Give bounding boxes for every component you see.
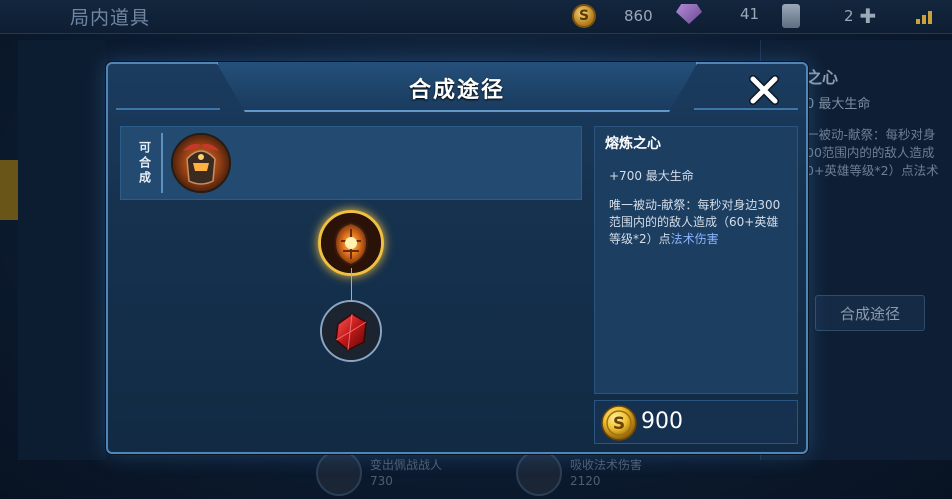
- top-bar: 局内道具 S 860 41 2 ✚: [0, 0, 952, 34]
- craft-path-button[interactable]: 合成途径: [815, 295, 925, 331]
- left-panel: [18, 40, 106, 460]
- left-tab-highlight: [0, 160, 18, 220]
- close-icon: [749, 75, 779, 105]
- craftable-divider: [161, 133, 163, 193]
- magic-damage-keyword: 法术伤害: [670, 232, 719, 246]
- item-info-panel: 熔炼之心 +700 最大生命 唯一被动-献祭：每秒对身边300范围内的的敌人造成…: [594, 126, 798, 394]
- molten-heart-icon[interactable]: [318, 210, 384, 276]
- gold-coin-icon: S: [601, 405, 637, 441]
- item-description: 唯一被动-献祭：每秒对身边300范围内的的敌人造成（60+英雄等级*2）点法术伤…: [609, 198, 781, 246]
- gem-icon: [676, 4, 702, 24]
- price-box: S 900: [594, 400, 798, 444]
- item-price: 730: [370, 474, 393, 488]
- dialog-header: 合成途径: [108, 62, 806, 116]
- craftable-row: 可合成: [120, 126, 582, 200]
- gold-resource: S 860: [572, 4, 653, 28]
- list-item[interactable]: 吸收法术伤害 2120: [516, 450, 642, 496]
- gem-amount: 41: [740, 5, 760, 23]
- gold-coin-icon: S: [572, 4, 596, 28]
- item-price: 2120: [570, 474, 601, 488]
- game-screen: 局内道具 S 860 41 2 ✚ 之心 0 最大生命 一被动-献祭：每秒对身 …: [0, 0, 952, 499]
- tree-connector: [351, 268, 352, 302]
- red-crystal-icon[interactable]: [320, 300, 382, 362]
- page-title: 局内道具: [70, 7, 151, 29]
- gem-resource: 41: [676, 4, 759, 24]
- item-price: 900: [641, 409, 683, 434]
- item-name: 变出佩战战人: [370, 458, 443, 472]
- close-button[interactable]: [744, 70, 784, 110]
- item-icon: [316, 450, 362, 496]
- list-item[interactable]: 变出佩战战人 730: [316, 450, 442, 496]
- armor-helmet-icon[interactable]: [171, 133, 231, 193]
- signal-icon: [916, 10, 932, 24]
- dialog-title: 合成途径: [408, 78, 505, 103]
- craft-path-dialog: 合成途径 可合成 熔炼之心 +700 最大生命 唯一被动-献祭：每秒对身边300…: [106, 62, 808, 454]
- item-icon: [516, 450, 562, 496]
- add-icon[interactable]: ✚: [860, 4, 877, 28]
- item-stat: +700 最大生命: [609, 169, 694, 183]
- card-icon: [782, 4, 800, 28]
- item-name: 吸收法术伤害: [570, 458, 643, 472]
- detail-desc: 一被动-献祭：每秒对身 00范围内的的敌人造成 0+英雄等级*2）点法术: [806, 127, 939, 178]
- craftable-label: 可合成: [137, 140, 152, 186]
- detail-title: 之心: [806, 68, 839, 87]
- item-name: 熔炼之心: [605, 136, 661, 152]
- detail-stat: 0 最大生命: [806, 97, 871, 112]
- card-amount: 2: [844, 7, 854, 25]
- card-resource: 2 ✚: [782, 4, 876, 28]
- gold-amount: 860: [624, 7, 653, 25]
- header-divider: [116, 108, 220, 110]
- svg-text:S: S: [613, 414, 625, 434]
